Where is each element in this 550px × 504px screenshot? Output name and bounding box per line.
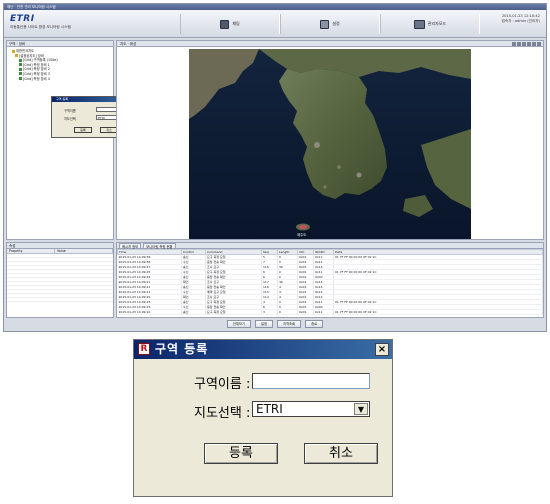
map-tools — [512, 42, 541, 46]
tree-item[interactable]: [Grid] 측정 장비 4 — [9, 77, 111, 82]
exit-button[interactable]: 종료 — [305, 320, 324, 328]
zone-name-label: 구역이름 : — [194, 377, 251, 392]
tab-monitoring-status[interactable]: 모니터링 측정 현황 — [143, 243, 176, 249]
view-all-button[interactable]: 전체보기 — [226, 320, 251, 328]
map-select-value: ETRI — [256, 402, 283, 416]
chevron-down-icon[interactable]: ▼ — [354, 403, 368, 415]
header-user: 접속자 : admin (관리자) — [501, 19, 540, 23]
tab-message-info[interactable]: 메시지 정보 — [119, 243, 142, 249]
mini-name-label: 구역이름 — [64, 109, 76, 113]
map-label-jeju: 제주도 — [297, 233, 307, 237]
main-application-window: 재난 · 안전 관리 모니터링 시스템 ETRI 이동통신용 사이트 환경 모니… — [3, 3, 547, 332]
tab-map[interactable]: 지도 · 위성 — [120, 42, 136, 46]
property-rows — [7, 254, 113, 302]
system-name: 이동통신용 사이트 환경 모니터링 시스템 — [10, 25, 71, 29]
zone-register-dialog: R 구역 등록 × 구역이름 : 지도선택 : ETRI ▼ 등록 취소 — [133, 339, 393, 497]
measure-icon[interactable] — [532, 42, 536, 46]
top-navigation: 채팅 설정 관리자모드 — [180, 14, 480, 34]
device-icon — [19, 58, 22, 62]
zoom-out-icon[interactable] — [517, 42, 521, 46]
settings-button[interactable]: 설정 — [254, 320, 273, 328]
nav-button-admin[interactable]: 관리자모드 — [380, 14, 480, 34]
device-icon — [19, 77, 22, 81]
map-select-dropdown[interactable]: ETRI ▼ — [252, 401, 370, 417]
table-cell: 0 — [277, 309, 298, 315]
table-cell: 송신 — [181, 309, 206, 315]
zone-name-input[interactable] — [252, 373, 370, 389]
message-log-table: Time Control Command Seq Length Ctrl ID/… — [117, 249, 543, 315]
nav-label: 관리자모드 — [427, 21, 447, 26]
close-icon[interactable]: × — [375, 343, 389, 356]
fullscreen-icon[interactable] — [537, 42, 541, 46]
pan-icon[interactable] — [522, 42, 526, 46]
cancel-button[interactable]: 취소 — [304, 443, 378, 464]
app-logo-icon: R — [138, 343, 150, 355]
value-column-header: Value — [55, 249, 113, 253]
nav-button-chat[interactable]: 채팅 — [180, 14, 280, 34]
log-body: 2015-01-23 14:09:36 송신 요구 측정 요청 5 0 0x01 0x11 0… — [117, 254, 543, 315]
table-cell: 3 — [261, 309, 278, 315]
nav-button-settings[interactable]: 설정 — [280, 14, 380, 34]
folder-icon — [12, 49, 15, 53]
nav-label: 설정 — [332, 21, 340, 26]
map-panel: 지도 · 위성 제주도 — [116, 40, 544, 240]
monitor-icon — [220, 19, 230, 29]
zone-tree: 대한민국지도 [설정된지도] 장비 [Grid] 구역등록 (1Site) [G… — [7, 47, 113, 83]
property-row — [7, 298, 113, 302]
table-cell: 01 7F FF 00 00 00 0F 02 1C — [333, 309, 543, 315]
zoom-in-icon[interactable] — [512, 42, 516, 46]
message-log-panel: 메시지 정보 모니터링 측정 현황 Time Control Command S… — [116, 242, 544, 318]
table-cell: 2015-01-23 14:09:10 — [117, 309, 182, 315]
nav-label: 채팅 — [232, 21, 240, 26]
map-select-label: 지도선택 : — [194, 406, 251, 421]
etri-logo: ETRI — [10, 14, 35, 24]
region-search-button[interactable]: 지역조회 — [277, 320, 302, 328]
table-row[interactable]: 2015-01-23 14:09:10 송신 요구 측정 요청 3 0 0x01 0x11 0… — [117, 309, 543, 315]
table-cell: 0x11 — [313, 309, 334, 315]
device-icon — [19, 63, 22, 67]
bottom-toolbar: 전체보기 설정 지역조회 종료 — [4, 320, 546, 331]
dialog-title: 구역 등록 — [155, 342, 209, 356]
header-status: 2015-01-23 12:10:42 접속자 : admin (관리자) — [501, 14, 540, 24]
mini-map-label: 지도선택 — [64, 117, 76, 121]
register-button[interactable]: 등록 — [204, 443, 278, 464]
brand: ETRI 이동통신용 사이트 환경 모니터링 시스템 — [10, 14, 71, 30]
device-icon — [19, 72, 22, 76]
admin-group-icon — [413, 19, 425, 29]
settings-icon — [320, 19, 330, 29]
mini-register-button[interactable]: 등록 — [74, 127, 92, 133]
satellite-map-image — [189, 49, 471, 239]
table-cell: 0x01 — [297, 309, 314, 315]
device-icon — [19, 67, 22, 71]
app-header: ETRI 이동통신용 사이트 환경 모니터링 시스템 채팅 설정 관리자모드 2… — [4, 10, 546, 38]
satellite-map[interactable]: 제주도 — [189, 49, 471, 239]
zone-tree-panel: 구역 · 장비 대한민국지도 [설정된지도] 장비 [Grid] 구역등록 (1… — [6, 40, 137, 240]
folder-icon — [15, 54, 18, 58]
table-cell: 요구 측정 요청 — [205, 309, 262, 315]
select-icon[interactable] — [527, 42, 531, 46]
dialog-titlebar: R 구역 등록 × — [134, 340, 392, 359]
map-toolbar: 지도 · 위성 — [117, 41, 543, 47]
property-column-header: Property — [7, 249, 55, 253]
property-panel: 속성 Property Value — [6, 242, 114, 318]
